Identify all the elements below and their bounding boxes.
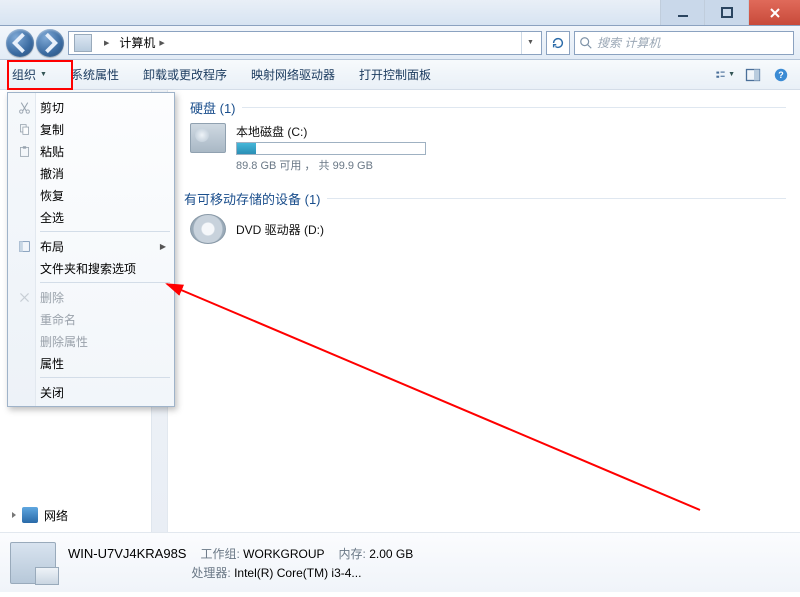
hostname: WIN-U7VJ4KRA98S <box>68 546 186 561</box>
search-input[interactable]: 搜索 计算机 <box>574 31 794 55</box>
group-label: 有可移动存储的设备 (1) <box>184 189 321 208</box>
menu-item-close[interactable]: 关闭 <box>10 381 172 403</box>
command-bar: 组织▼ 系统属性 卸载或更改程序 映射网络驱动器 打开控制面板 ▼ ? <box>0 60 800 90</box>
organize-dropdown-menu: 剪切 复制 粘贴 撤消 恢复 全选 布局 ▶ 文件夹和搜索选项 删除 重命名 删 <box>7 92 175 407</box>
capacity-bar <box>236 142 426 155</box>
breadcrumb-computer[interactable]: 计算机 ▶ <box>114 32 169 54</box>
computer-icon <box>74 34 92 52</box>
menu-item-copy[interactable]: 复制 <box>10 118 172 140</box>
expand-icon[interactable] <box>12 512 16 518</box>
window-titlebar <box>0 0 800 26</box>
drive-name: DVD 驱动器 (D:) <box>236 221 324 238</box>
toolbar-map-network-drive[interactable]: 映射网络驱动器 <box>239 60 347 89</box>
menu-item-remove-properties: 删除属性 <box>10 330 172 352</box>
search-placeholder: 搜索 计算机 <box>597 34 660 51</box>
menu-item-redo[interactable]: 恢复 <box>10 184 172 206</box>
window-maximize-button[interactable] <box>704 0 748 25</box>
cut-icon <box>16 99 32 115</box>
nav-forward-button[interactable] <box>36 29 64 57</box>
menu-item-cut[interactable]: 剪切 <box>10 96 172 118</box>
layout-icon <box>16 238 32 254</box>
drive-item-c[interactable]: 本地磁盘 (C:) 89.8 GB 可用 ， 共 99.9 GB <box>190 123 786 173</box>
capacity-text: 89.8 GB 可用 ， 共 99.9 GB <box>236 157 426 173</box>
help-button[interactable]: ? <box>770 64 792 86</box>
delete-icon <box>16 289 32 305</box>
tree-node-network[interactable]: 网络 <box>0 504 167 526</box>
search-icon <box>579 36 593 50</box>
details-pane: WIN-U7VJ4KRA98S 工作组: WORKGROUP 内存: 2.00 … <box>0 532 800 592</box>
memory-label: 内存: <box>339 547 366 561</box>
main-panel: 硬盘 (1) 本地磁盘 (C:) 89.8 GB 可用 ， 共 99.9 GB … <box>168 90 800 532</box>
menu-item-properties[interactable]: 属性 <box>10 352 172 374</box>
window-close-button[interactable] <box>748 0 800 25</box>
toolbar-open-control-panel[interactable]: 打开控制面板 <box>347 60 443 89</box>
breadcrumb-root[interactable]: ▶ <box>95 32 114 54</box>
drive-item-d[interactable]: DVD 驱动器 (D:) <box>190 214 786 244</box>
toolbar-system-properties[interactable]: 系统属性 <box>59 60 131 89</box>
svg-text:?: ? <box>778 70 784 80</box>
group-header-removable[interactable]: 有可移动存储的设备 (1) <box>184 189 786 208</box>
refresh-button[interactable] <box>546 31 570 55</box>
menu-item-paste[interactable]: 粘贴 <box>10 140 172 162</box>
menu-item-folder-search-options[interactable]: 文件夹和搜索选项 <box>10 257 172 279</box>
view-options-button[interactable]: ▼ <box>714 64 736 86</box>
toolbar-uninstall-change[interactable]: 卸载或更改程序 <box>131 60 239 89</box>
workgroup-value: WORKGROUP <box>243 547 324 561</box>
menu-item-select-all[interactable]: 全选 <box>10 206 172 228</box>
menu-item-layout[interactable]: 布局 ▶ <box>10 235 172 257</box>
copy-icon <box>16 121 32 137</box>
preview-pane-button[interactable] <box>742 64 764 86</box>
organize-menu-button[interactable]: 组织▼ <box>0 60 59 89</box>
workgroup-label: 工作组: <box>200 547 239 561</box>
navigation-bar: ▶ 计算机 ▶ ▼ 搜索 计算机 <box>0 26 800 60</box>
address-dropdown[interactable]: ▼ <box>521 32 539 54</box>
submenu-arrow-icon: ▶ <box>160 242 166 251</box>
dvd-drive-icon <box>190 214 226 244</box>
hard-drive-icon <box>190 123 226 153</box>
cpu-value: Intel(R) Core(TM) i3-4... <box>234 566 361 580</box>
menu-item-delete: 删除 <box>10 286 172 308</box>
organize-label: 组织 <box>12 66 36 83</box>
address-bar[interactable]: ▶ 计算机 ▶ ▼ <box>68 31 542 55</box>
tree-label: 网络 <box>44 507 68 524</box>
cpu-label: 处理器: <box>191 566 230 580</box>
menu-item-undo[interactable]: 撤消 <box>10 162 172 184</box>
group-header-hdd[interactable]: 硬盘 (1) <box>184 98 786 117</box>
group-label: 硬盘 (1) <box>190 98 236 117</box>
breadcrumb-label: 计算机 <box>119 34 155 51</box>
window-minimize-button[interactable] <box>660 0 704 25</box>
network-icon <box>22 507 38 523</box>
nav-back-button[interactable] <box>6 29 34 57</box>
computer-large-icon <box>10 542 56 584</box>
drive-name: 本地磁盘 (C:) <box>236 123 426 140</box>
memory-value: 2.00 GB <box>369 547 413 561</box>
paste-icon <box>16 143 32 159</box>
menu-item-rename: 重命名 <box>10 308 172 330</box>
